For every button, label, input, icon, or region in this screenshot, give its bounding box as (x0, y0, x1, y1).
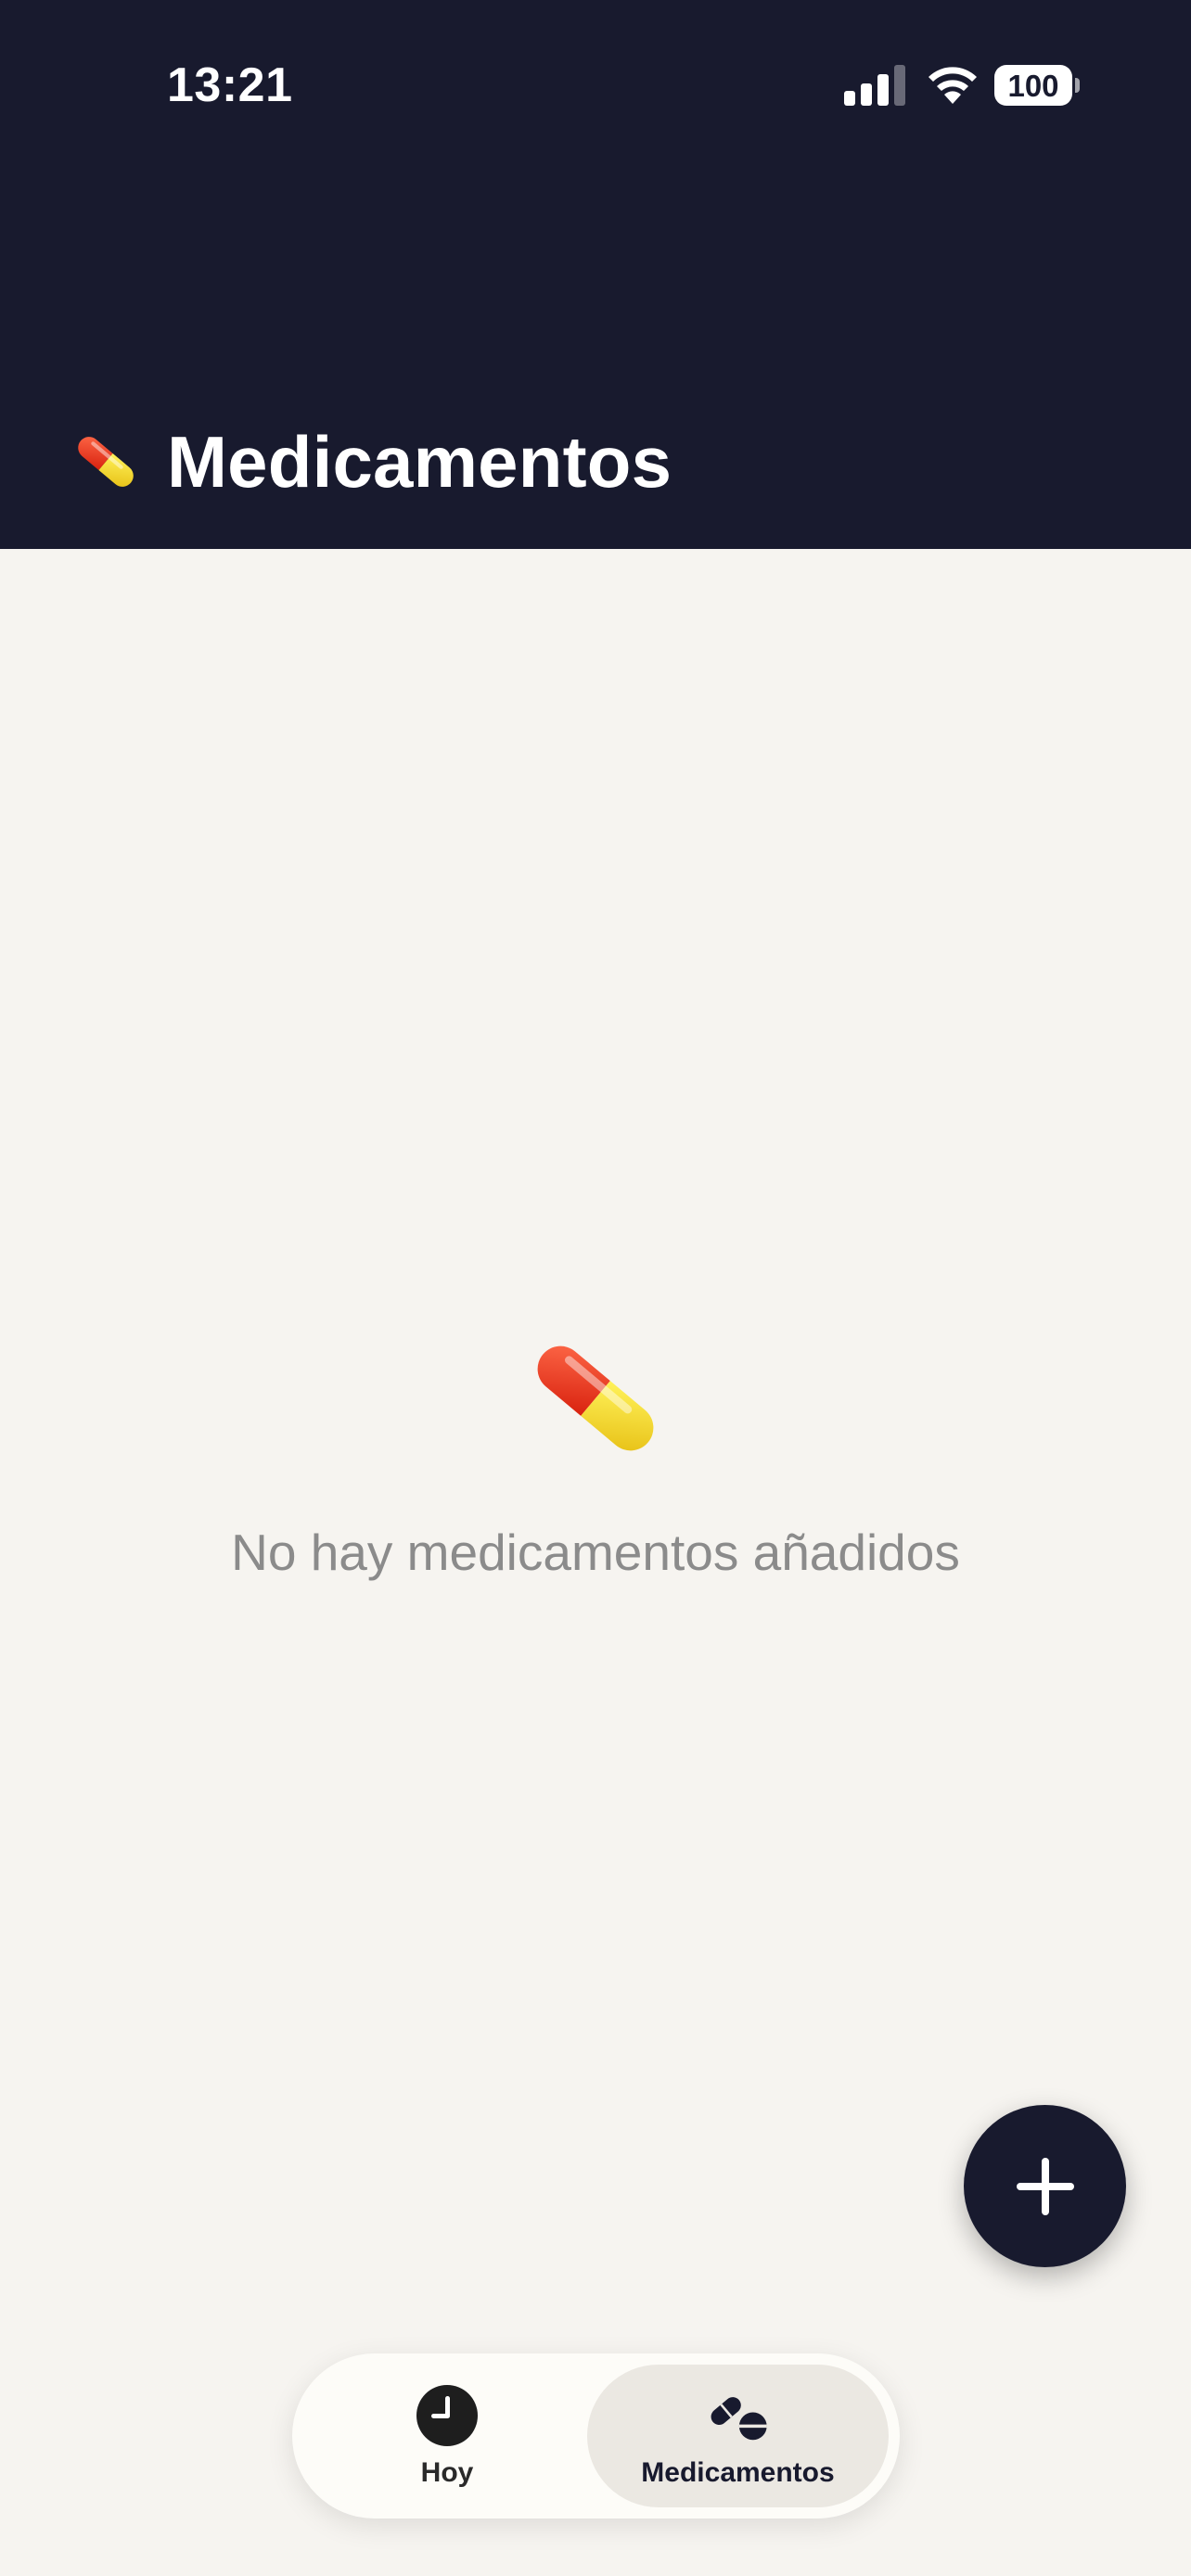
title-row: Medicamentos (67, 419, 672, 504)
battery-body: 100 (994, 65, 1072, 106)
pill-icon (537, 1345, 654, 1451)
plus-icon (1016, 2157, 1074, 2215)
tab-medicamentos[interactable]: Medicamentos (587, 2365, 889, 2507)
tab-label-hoy: Hoy (420, 2457, 474, 2488)
battery-icon: 100 (994, 65, 1080, 106)
battery-level: 100 (1007, 68, 1059, 103)
clock-icon (416, 2385, 478, 2446)
signal-icon (844, 65, 905, 106)
app-header: 13:21 100 Medicamentos (0, 0, 1191, 549)
wifi-icon (928, 67, 977, 104)
tab-hoy[interactable]: Hoy (305, 2365, 589, 2507)
pills-icon (711, 2397, 767, 2441)
empty-message: No hay medicamentos añadidos (231, 1524, 960, 1581)
tab-label-medicamentos: Medicamentos (641, 2457, 835, 2488)
bottom-tab-bar: Hoy Medicamentos (292, 2353, 900, 2519)
battery-cap (1075, 78, 1080, 93)
add-medication-button[interactable] (964, 2105, 1126, 2267)
page-title: Medicamentos (167, 420, 672, 503)
empty-state: No hay medicamentos añadidos (0, 1317, 1191, 1582)
pill-icon (78, 437, 134, 487)
status-time: 13:21 (167, 58, 293, 112)
status-bar: 13:21 100 (0, 0, 1191, 176)
